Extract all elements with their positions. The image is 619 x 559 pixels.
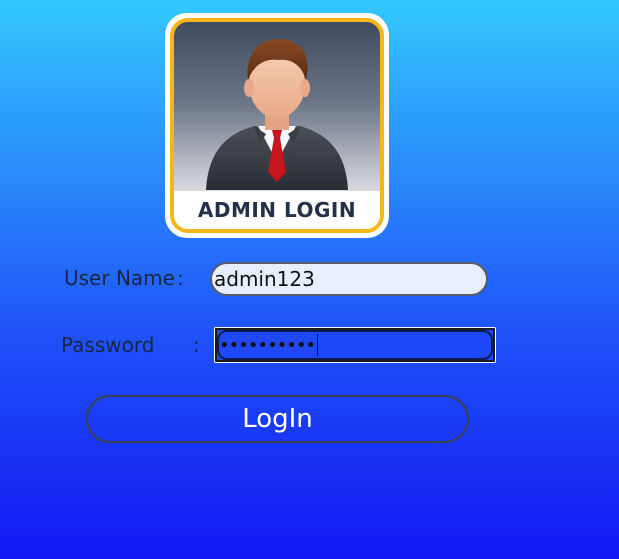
admin-user-icon — [206, 38, 348, 190]
username-colon: : — [177, 266, 184, 290]
username-label: User Name — [64, 266, 175, 290]
admin-login-logo: ADMIN LOGIN — [165, 13, 389, 238]
username-input[interactable] — [210, 262, 488, 296]
login-button[interactable]: LogIn — [86, 395, 469, 443]
password-masked-value: •••••••••• — [219, 334, 316, 356]
text-caret — [317, 334, 319, 356]
logo-frame: ADMIN LOGIN — [170, 18, 384, 233]
logo-caption: ADMIN LOGIN — [174, 191, 380, 229]
password-colon: : — [193, 333, 200, 357]
password-label: Password — [61, 333, 155, 357]
password-input[interactable]: •••••••••• — [214, 327, 496, 363]
